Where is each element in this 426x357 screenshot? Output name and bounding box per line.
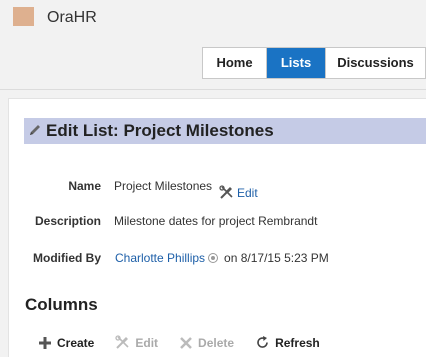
page-title-bar: Edit List: Project Milestones	[24, 118, 426, 144]
edit-name-label: Edit	[237, 185, 258, 200]
description-label: Description	[34, 214, 101, 228]
name-label: Name	[68, 179, 101, 193]
presence-status-icon	[208, 253, 219, 263]
edit-column-button[interactable]: Edit	[115, 335, 158, 350]
description-value: Milestone dates for project Rembrandt	[114, 214, 318, 228]
refresh-icon	[257, 336, 268, 348]
content-panel: Edit List: Project Milestones Name Proje…	[8, 98, 426, 357]
modified-date: on 8/17/15 5:23 PM	[224, 251, 329, 265]
wrench-screwdriver-icon	[115, 335, 129, 349]
tab-discussions[interactable]: Discussions	[325, 48, 425, 78]
refresh-button[interactable]: Refresh	[255, 335, 320, 350]
app-title: OraHR	[47, 9, 97, 26]
main-nav-tabs: Home Lists Discussions	[202, 47, 426, 79]
tab-home[interactable]: Home	[203, 48, 267, 78]
app-logo	[13, 7, 34, 26]
modified-by-label: Modified By	[33, 251, 101, 265]
columns-toolbar: Create Edit Delete Refresh	[38, 335, 341, 350]
delete-column-button[interactable]: Delete	[179, 336, 234, 350]
header-divider	[0, 89, 426, 90]
create-column-button[interactable]: Create	[38, 336, 94, 350]
delete-x-icon	[180, 336, 192, 349]
edit-name-link[interactable]: Edit	[219, 185, 258, 200]
delete-label: Delete	[198, 335, 235, 350]
modified-by-user-link[interactable]: Charlotte Phillips	[115, 251, 205, 265]
tab-lists[interactable]: Lists	[267, 48, 325, 78]
columns-heading: Columns	[25, 295, 98, 314]
wrench-screwdriver-icon	[219, 185, 233, 199]
modified-by-value: Charlotte Phillips on 8/17/15 5:23 PM	[115, 251, 329, 265]
pencil-icon	[30, 125, 40, 135]
create-label: Create	[57, 335, 95, 350]
edit-label: Edit	[135, 335, 159, 350]
plus-icon	[39, 336, 51, 349]
name-value: Project Milestones	[114, 179, 213, 193]
page-title: Edit List: Project Milestones	[46, 121, 274, 140]
refresh-label: Refresh	[275, 335, 320, 350]
